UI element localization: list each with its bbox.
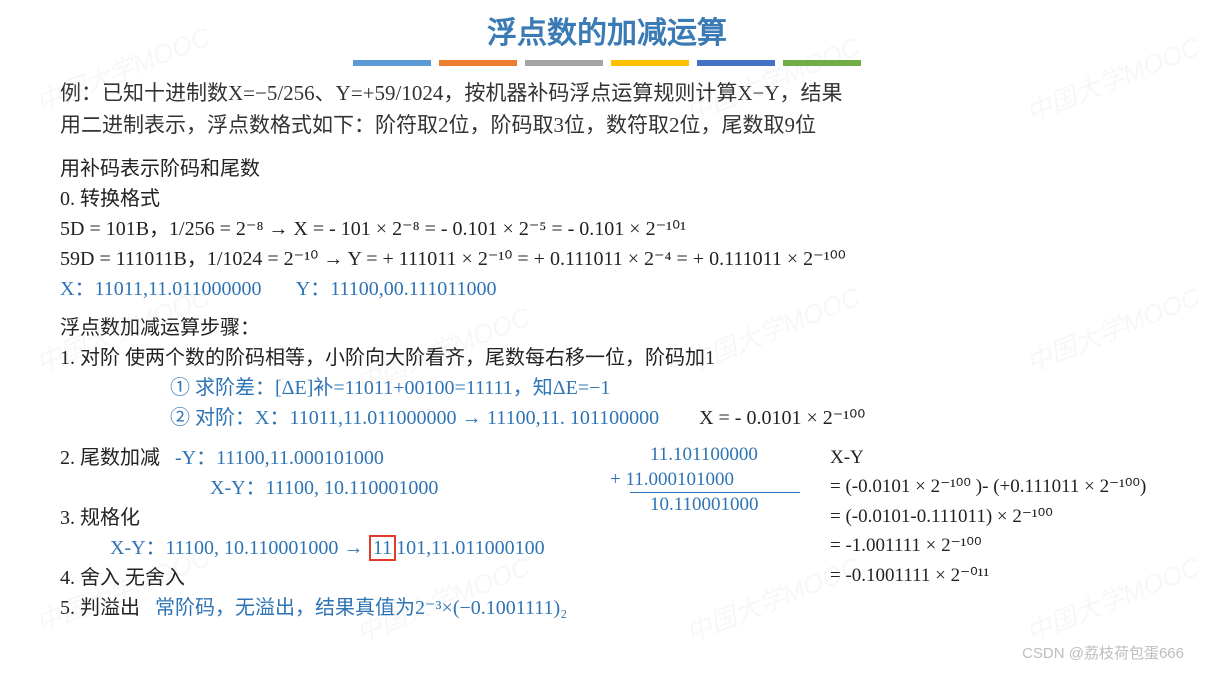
- step-5-heading: 5. 判溢出: [60, 597, 140, 619]
- arrow-icon: →: [343, 537, 369, 559]
- y-encoding: Y：11100,00.111011000: [296, 278, 497, 300]
- step-1-sub-2b: 11100,11. 101100000: [487, 407, 659, 429]
- eq-2: = (-0.0101-0.111011) × 2⁻¹⁰⁰: [830, 502, 1146, 531]
- step-1-right-eq: X = - 0.0101 × 2⁻¹⁰⁰: [699, 407, 865, 429]
- bar-1: [353, 60, 431, 66]
- step-2-neg-y: -Y：11100,11.000101000: [175, 447, 384, 469]
- addition-calc-block: 11.101100000 + 11.000101000 10.110001000: [610, 443, 800, 518]
- bar-3: [525, 60, 603, 66]
- bar-4: [611, 60, 689, 66]
- step-3-part-b: 101,11.011000100: [396, 537, 545, 559]
- calc-plus: + 11.000101000: [610, 468, 800, 493]
- color-bar-row: [60, 60, 1154, 66]
- steps-title: 浮点数加减运算步骤：: [60, 314, 1154, 343]
- bar-6: [783, 60, 861, 66]
- calc-a: 11.101100000: [610, 443, 800, 468]
- step-3-heading: 3. 规格化: [60, 504, 580, 533]
- step-4-heading: 4. 舍入 无舍入: [60, 564, 580, 593]
- step-3-part-a: X-Y：11100, 10.110001000: [110, 537, 338, 559]
- eq-heading: X-Y: [830, 443, 1146, 472]
- step-0-line-2: 59D = 111011B，1/1024 = 2⁻¹⁰ → Y = + 1110…: [60, 245, 1154, 274]
- step-2-xy: X-Y：11100, 10.110001000: [60, 474, 580, 503]
- step-0-heading: 0. 转换格式: [60, 185, 1154, 214]
- eq-3: = -1.001111 × 2⁻¹⁰⁰: [830, 531, 1146, 560]
- step-1-sub-1: ① 求阶差：[ΔE]补=11011+00100=11111，知ΔE=−1: [60, 374, 1154, 403]
- step-1-sub-2: ② 对阶：X：11011,11.011000000 → 11100,11. 10…: [60, 404, 1154, 433]
- eq-4: = -0.1001111 × 2⁻⁰¹¹: [830, 561, 1146, 590]
- eq-1: = (-0.0101 × 2⁻¹⁰⁰ )- (+0.111011 × 2⁻¹⁰⁰…: [830, 472, 1146, 501]
- section-0-title: 用补码表示阶码和尾数: [60, 155, 1154, 184]
- problem-line-2: 用二进制表示，浮点数格式如下：阶符取2位，阶码取3位，数符取2位，尾数取9位: [60, 110, 1154, 142]
- step-2-heading-row: 2. 尾数加减 -Y：11100,11.000101000: [60, 444, 580, 473]
- csdn-watermark: CSDN @荔枝荷包蛋666: [1022, 642, 1184, 663]
- step-1-sub-2a: ② 对阶：X：11011,11.011000000: [170, 407, 456, 429]
- problem-statement: 例：已知十进制数X=−5/256、Y=+59/1024，按机器补码浮点运算规则计…: [60, 78, 1154, 141]
- problem-line-1: 例：已知十进制数X=−5/256、Y=+59/1024，按机器补码浮点运算规则计…: [60, 78, 1154, 110]
- x-encoding: X：11011,11.011000000: [60, 278, 261, 300]
- step-5-row: 5. 判溢出 常阶码，无溢出，结果真值为2⁻³×(−0.1001111)₂: [60, 594, 580, 623]
- bar-5: [697, 60, 775, 66]
- step-0-line-1: 5D = 101B，1/256 = 2⁻⁸ → X = - 101 × 2⁻⁸ …: [60, 215, 1154, 244]
- step-1-heading: 1. 对阶 使两个数的阶码相等，小阶向大阶看齐，尾数每右移一位，阶码加1: [60, 344, 1154, 373]
- step-5-result: 常阶码，无溢出，结果真值为2⁻³×(−0.1001111)₂: [155, 597, 567, 619]
- step-2-heading: 2. 尾数加减: [60, 447, 160, 469]
- arrow-icon: →: [461, 407, 487, 429]
- calc-result: 10.110001000: [610, 493, 800, 518]
- xy-encoding-line: X：11011,11.011000000 Y：11100,00.11101100…: [60, 275, 1154, 304]
- slide-title: 浮点数的加减运算: [60, 8, 1154, 52]
- bar-2: [439, 60, 517, 66]
- step-3-result: X-Y：11100, 10.110001000 → 11101,11.01100…: [60, 534, 580, 563]
- right-equations: X-Y = (-0.0101 × 2⁻¹⁰⁰ )- (+0.111011 × 2…: [830, 443, 1146, 590]
- overflow-bits-box: 11: [369, 535, 396, 561]
